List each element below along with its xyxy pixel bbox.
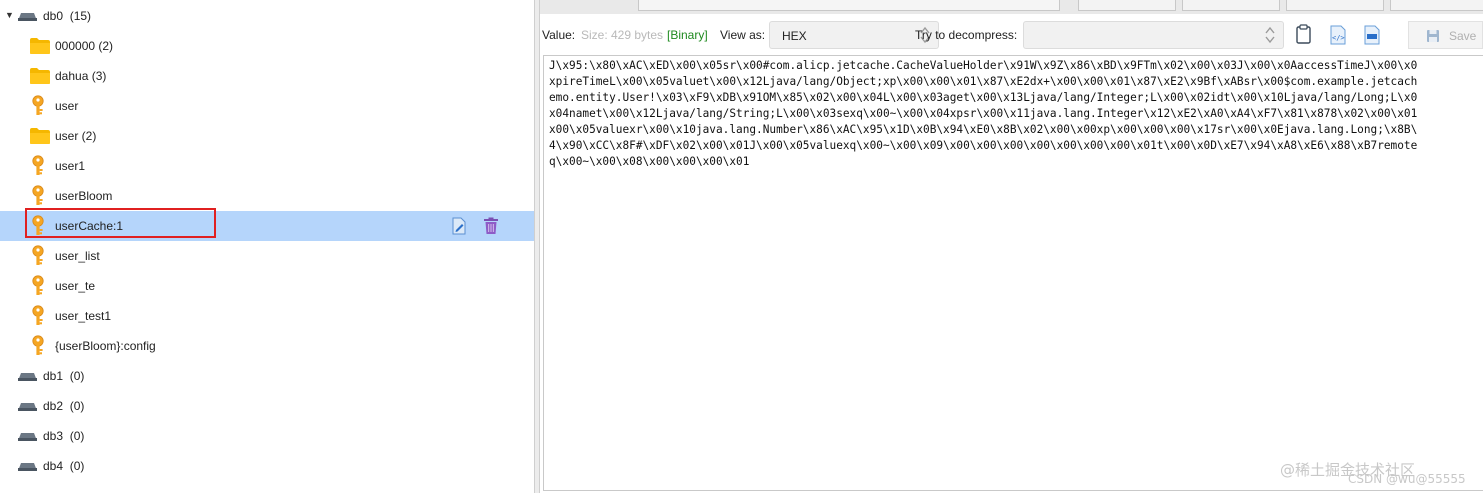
tree-item-label: 000000 (2) xyxy=(55,39,114,53)
database-icon xyxy=(17,461,38,475)
tree-item-label: {userBloom}:config xyxy=(55,339,156,353)
svg-text:</>: </> xyxy=(1332,34,1345,42)
key-row[interactable]: userBloom xyxy=(0,181,534,211)
binary-badge: [Binary] xyxy=(667,28,708,42)
view-as-select[interactable]: HEX xyxy=(769,21,939,49)
value-toolbar: Value: Size: 429 bytes [Binary] View as:… xyxy=(540,18,1483,52)
key-icon xyxy=(29,185,47,210)
database-row[interactable]: db2 (0) xyxy=(0,391,534,421)
folder-icon xyxy=(29,67,51,88)
key-tree-panel: ▼ db0 (15) 000000 (2) dahua (3) user user (… xyxy=(0,0,534,493)
tree-item-label: user (2) xyxy=(55,129,97,143)
database-row[interactable]: db1 (0) xyxy=(0,361,534,391)
tree-item-label: user_te xyxy=(55,279,96,293)
key-icon xyxy=(29,305,47,330)
expand-arrow-icon[interactable]: ▼ xyxy=(5,10,14,20)
key-icon xyxy=(29,275,47,300)
database-icon xyxy=(17,401,38,415)
value-editor[interactable]: J\x95:\x80\xAC\xED\x00\x05sr\x00#com.ali… xyxy=(543,55,1483,491)
decompress-select[interactable] xyxy=(1023,21,1284,49)
raw-format-icon[interactable] xyxy=(1362,24,1382,46)
value-viewer-panel: Value: Size: 429 bytes [Binary] View as:… xyxy=(540,0,1483,493)
toolbar-button-2[interactable] xyxy=(1182,0,1280,11)
value-label: Value: xyxy=(542,28,576,42)
view-as-label: View as: xyxy=(720,28,766,42)
tree-item-label: user1 xyxy=(55,159,86,173)
key-name-field[interactable] xyxy=(638,0,1060,11)
key-row[interactable]: user1 xyxy=(0,151,534,181)
database-label: db3 (0) xyxy=(43,429,85,443)
save-icon xyxy=(1427,30,1439,42)
save-label: Save xyxy=(1449,29,1477,43)
key-icon xyxy=(29,95,47,120)
database-label: db2 (0) xyxy=(43,399,85,413)
key-icon xyxy=(29,335,47,360)
delete-key-icon[interactable] xyxy=(483,217,499,238)
tree-item-label: userBloom xyxy=(55,189,113,203)
database-label: db1 (0) xyxy=(43,369,85,383)
folder-row[interactable]: user (2) xyxy=(0,121,534,151)
key-row[interactable]: user_te xyxy=(0,271,534,301)
key-row[interactable]: {userBloom}:config xyxy=(0,331,534,361)
database-row[interactable]: db4 (0) xyxy=(0,451,534,481)
tree-item-label: user_list xyxy=(55,249,100,263)
save-button[interactable]: Save xyxy=(1408,21,1483,49)
copy-clipboard-icon[interactable] xyxy=(1294,24,1314,46)
view-as-value: HEX xyxy=(782,29,807,43)
value-size: Size: 429 bytes xyxy=(581,28,664,42)
watermark-bottom: CSDN @wu@55555 xyxy=(1348,472,1466,486)
folder-row[interactable]: 000000 (2) xyxy=(0,31,534,61)
database-row[interactable]: db3 (0) xyxy=(0,421,534,451)
db0-label: db0 (15) xyxy=(43,9,92,23)
tree-item-label: user_test1 xyxy=(55,309,112,323)
database-icon xyxy=(17,371,38,385)
folder-icon xyxy=(29,37,51,58)
decompress-label: Try to decompress: xyxy=(915,28,1018,42)
format-code-icon[interactable]: </> xyxy=(1328,24,1348,46)
database-icon xyxy=(17,11,38,25)
edit-key-icon[interactable] xyxy=(451,217,467,238)
folder-icon xyxy=(29,127,51,148)
folder-row[interactable]: dahua (3) xyxy=(0,61,534,91)
database-icon xyxy=(17,431,38,445)
toolbar-button-1[interactable] xyxy=(1078,0,1176,11)
key-icon xyxy=(29,155,47,180)
db5-row-partial[interactable] xyxy=(0,483,534,493)
tree-item-label: dahua (3) xyxy=(55,69,107,83)
top-toolbar-strip xyxy=(540,0,1483,14)
key-row[interactable]: user_test1 xyxy=(0,301,534,331)
key-row[interactable]: user xyxy=(0,91,534,121)
database-label: db4 (0) xyxy=(43,459,85,473)
toolbar-button-4[interactable] xyxy=(1390,0,1483,11)
toolbar-button-3[interactable] xyxy=(1286,0,1384,11)
tree-item-label: user xyxy=(55,99,79,113)
db0-row[interactable]: ▼ db0 (15) xyxy=(0,1,534,31)
updown-chevron-icon xyxy=(1265,26,1275,44)
key-icon xyxy=(29,245,47,270)
value-text: J\x95:\x80\xAC\xED\x00\x05sr\x00#com.ali… xyxy=(549,59,1418,168)
selection-highlight-box xyxy=(25,208,216,238)
key-row[interactable]: user_list xyxy=(0,241,534,271)
